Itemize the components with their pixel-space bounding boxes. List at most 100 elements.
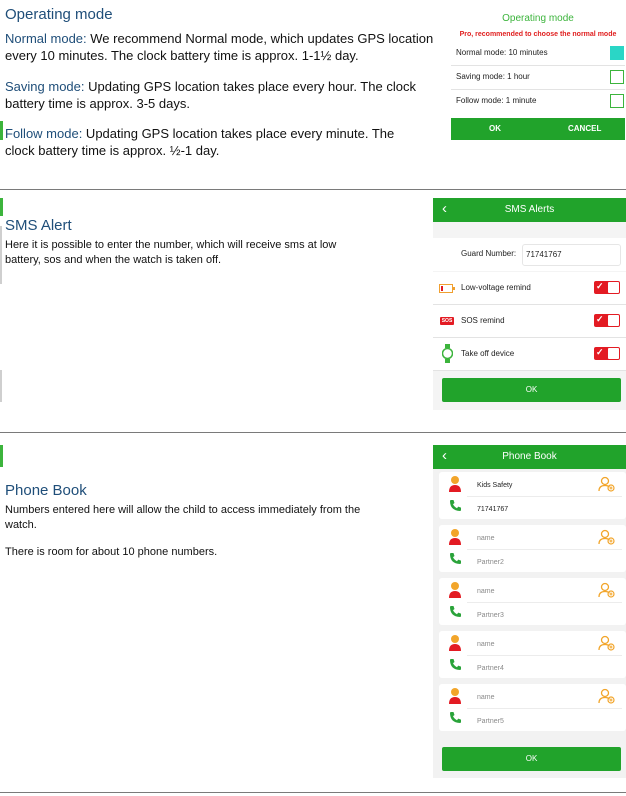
add-contact-icon[interactable]	[598, 529, 615, 550]
contact-name[interactable]: Kids Safety	[477, 482, 512, 489]
sms-ok-button[interactable]: OK	[442, 378, 621, 402]
phone-icon	[449, 499, 462, 517]
section-divider	[0, 792, 626, 793]
phone-icon	[449, 552, 462, 570]
contact-card[interactable]: Kids Safety 71741767	[439, 472, 626, 519]
add-contact-icon[interactable]	[598, 582, 615, 603]
sms-topbar: ‹ SMS Alerts	[433, 198, 626, 222]
take-off-row: Take off device ✓	[433, 338, 626, 371]
phone-book-screen: ‹ Phone Book Kids Safety 71741767 name Part…	[433, 445, 626, 778]
mode-checkbox-checked[interactable]	[610, 46, 624, 60]
cancel-button[interactable]: CANCEL	[568, 124, 601, 133]
mode-option-follow[interactable]: Follow mode: 1 minute	[451, 90, 625, 113]
contact-card[interactable]: name Partner5	[439, 684, 626, 731]
dialog-button-bar: OK CANCEL	[451, 118, 625, 140]
section-divider	[0, 432, 626, 433]
phone-book-heading: Phone Book	[5, 482, 87, 499]
mode-option-label: Saving mode: 1 hour	[456, 72, 530, 81]
section-marker-light	[0, 226, 2, 284]
contact-number[interactable]: Partner4	[477, 665, 504, 672]
sms-text-1: Here it is possible to enter the number,…	[5, 239, 337, 251]
mode-checkbox[interactable]	[610, 94, 624, 108]
sms-alerts-screen: ‹ SMS Alerts Guard Number: 71741767 Low-…	[433, 198, 626, 410]
follow-mode-paragraph: Follow mode: Updating GPS location takes…	[5, 125, 445, 159]
operating-mode-dialog: Operating mode Pro, recommended to choos…	[451, 6, 625, 140]
follow-mode-marker	[0, 121, 3, 140]
normal-mode-paragraph: Normal mode: We recommend Normal mode, w…	[5, 30, 445, 64]
normal-mode-label: Normal mode:	[5, 31, 87, 46]
phonebook-ok-button[interactable]: OK	[442, 747, 621, 771]
phonebook-text-2: watch.	[5, 519, 37, 531]
add-contact-icon[interactable]	[598, 688, 615, 709]
phone-icon	[449, 605, 462, 623]
guard-number-input[interactable]: 71741767	[522, 244, 621, 266]
section-marker-light	[0, 370, 2, 402]
add-contact-icon[interactable]	[598, 635, 615, 656]
phonebook-title: Phone Book	[502, 451, 557, 462]
mode-option-label: Follow mode: 1 minute	[456, 96, 537, 105]
low-voltage-label: Low-voltage remind	[461, 283, 531, 292]
section-marker	[0, 445, 3, 467]
sms-text-2: battery, sos and when the watch is taken…	[5, 254, 222, 266]
sos-label: SOS remind	[461, 316, 505, 325]
contact-number[interactable]: Partner2	[477, 559, 504, 566]
operating-mode-heading: Operating mode	[5, 6, 113, 23]
follow-mode-label: Follow mode:	[5, 126, 83, 141]
contact-number[interactable]: Partner3	[477, 612, 504, 619]
follow-mode-text-2: clock battery time is approx. ½-1 day.	[5, 143, 220, 158]
saving-mode-label: Saving mode:	[5, 79, 85, 94]
saving-mode-text-2: battery time is approx. 3-5 days.	[5, 96, 190, 111]
saving-mode-paragraph: Saving mode: Updating GPS location takes…	[5, 78, 445, 112]
low-voltage-toggle[interactable]: ✓	[594, 281, 620, 294]
person-icon	[449, 475, 461, 497]
contact-number[interactable]: Partner5	[477, 718, 504, 725]
take-off-toggle[interactable]: ✓	[594, 347, 620, 360]
section-divider	[0, 189, 626, 190]
contact-number[interactable]: 71741767	[477, 506, 508, 513]
battery-icon	[439, 284, 455, 293]
phone-icon	[449, 658, 462, 676]
guard-number-value: 71741767	[526, 250, 562, 259]
watch-icon	[442, 344, 453, 363]
guard-number-row: Guard Number: 71741767	[433, 238, 626, 271]
low-voltage-row: Low-voltage remind ✓	[433, 272, 626, 305]
contact-card[interactable]: name Partner3	[439, 578, 626, 625]
take-off-label: Take off device	[461, 349, 515, 358]
mode-option-normal[interactable]: Normal mode: 10 minutes	[451, 42, 625, 66]
sos-toggle[interactable]: ✓	[594, 314, 620, 327]
add-contact-icon[interactable]	[598, 476, 615, 497]
contact-separator	[467, 549, 622, 550]
mode-option-saving[interactable]: Saving mode: 1 hour	[451, 66, 625, 90]
person-icon	[449, 634, 461, 656]
saving-mode-text-1: Updating GPS location takes place every …	[84, 79, 416, 94]
contact-name[interactable]: name	[477, 535, 495, 542]
follow-mode-text-1: Updating GPS location takes place every …	[82, 126, 395, 141]
dialog-subtitle: Pro, recommended to choose the normal mo…	[459, 31, 617, 38]
phonebook-capacity-text: There is room for about 10 phone numbers…	[5, 546, 218, 558]
contact-separator	[467, 602, 622, 603]
guard-number-label: Guard Number:	[461, 249, 517, 258]
dialog-title: Operating mode	[502, 13, 574, 24]
sms-alert-paragraph: Here it is possible to enter the number,…	[5, 238, 425, 268]
phonebook-topbar: ‹ Phone Book	[433, 445, 626, 469]
contact-card[interactable]: name Partner4	[439, 631, 626, 678]
section-marker	[0, 198, 3, 216]
contact-name[interactable]: name	[477, 694, 495, 701]
contact-name[interactable]: name	[477, 641, 495, 648]
contact-card[interactable]: name Partner2	[439, 525, 626, 572]
person-icon	[449, 687, 461, 709]
normal-mode-text-2: every 10 minutes. The clock battery time…	[5, 48, 359, 63]
contact-separator	[467, 655, 622, 656]
phonebook-text-1: Numbers entered here will allow the chil…	[5, 504, 361, 516]
sms-alert-heading: SMS Alert	[5, 217, 72, 234]
sos-icon: SOS	[440, 317, 454, 325]
contact-separator	[467, 496, 622, 497]
person-icon	[449, 581, 461, 603]
sms-title: SMS Alerts	[504, 204, 555, 215]
mode-checkbox[interactable]	[610, 70, 624, 84]
contact-separator	[467, 708, 622, 709]
ok-button[interactable]: OK	[489, 124, 501, 133]
person-icon	[449, 528, 461, 550]
contact-name[interactable]: name	[477, 588, 495, 595]
normal-mode-text-1: We recommend Normal mode, which updates …	[86, 31, 434, 46]
